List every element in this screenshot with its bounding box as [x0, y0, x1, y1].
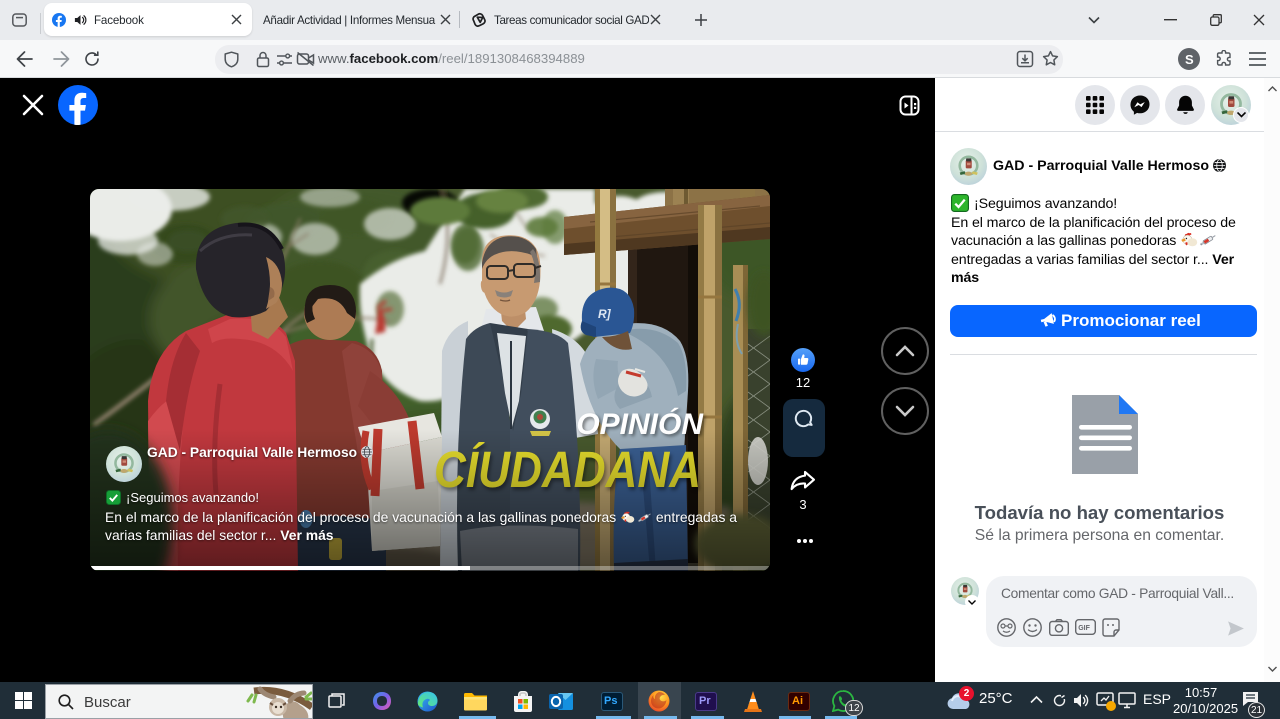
svg-text:GIF: GIF: [1078, 625, 1090, 632]
svg-text:R]: R]: [598, 307, 612, 321]
